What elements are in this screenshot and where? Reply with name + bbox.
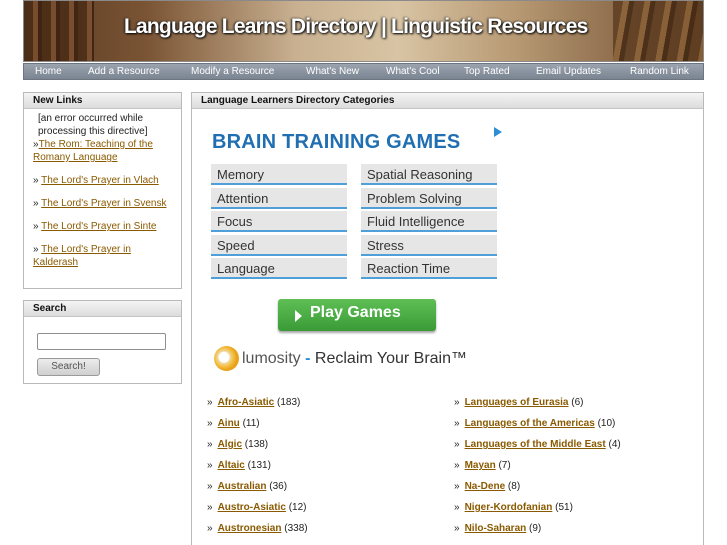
new-link-sinte[interactable]: The Lord's Prayer in Sinte (41, 221, 156, 232)
category-link[interactable]: Mayan (465, 460, 496, 471)
lumosity-logo-icon (214, 346, 239, 371)
new-links-list: »The Rom: Teaching of the Romany Languag… (24, 138, 181, 269)
category-link[interactable]: Languages of the Americas (465, 418, 595, 429)
ssi-error-text: [an error occurred while processing this… (38, 113, 148, 137)
nav-random-link[interactable]: Random Link (630, 66, 689, 77)
new-links-heading: New Links (24, 93, 181, 109)
category-link[interactable]: Austro-Asiatic (218, 502, 286, 513)
header-banner: Language Learns Directory | Linguistic R… (23, 0, 704, 62)
search-button[interactable]: Search! (37, 358, 100, 376)
category-item: » Altaic (131) (207, 460, 271, 471)
search-input[interactable] (37, 333, 166, 350)
category-item: » Australian (36) (207, 481, 288, 492)
main-nav: Home Add a Resource Modify a Resource Wh… (23, 63, 704, 80)
category-count: (36) (269, 481, 288, 492)
nav-whats-cool[interactable]: What's Cool (386, 66, 440, 77)
category-count: (338) (284, 523, 308, 534)
category-count: (183) (277, 397, 301, 408)
list-item: » The Lord's Prayer in Kalderash (33, 244, 131, 268)
new-links-panel: New Links [an error occurred while proce… (23, 92, 182, 289)
list-item: »The Rom: Teaching of the Romany Languag… (33, 139, 153, 163)
brand-name: lumosity (242, 350, 301, 367)
categories-panel: Language Learners Directory Categories B… (191, 92, 704, 545)
category-link[interactable]: Languages of Eurasia (465, 397, 569, 408)
search-heading: Search (24, 301, 181, 317)
brand-dash: - (305, 350, 311, 367)
nav-whats-new[interactable]: What's New (306, 66, 359, 77)
category-link[interactable]: Algic (218, 439, 242, 450)
category-item: » Na-Dene (8) (454, 481, 521, 492)
list-item: » The Lord's Prayer in Vlach (33, 175, 159, 186)
search-panel: Search Search! (23, 300, 182, 384)
new-link-svensk[interactable]: The Lord's Prayer in Svensk (41, 198, 166, 209)
category-item: » Niger-Kordofanian (51) (454, 502, 573, 513)
ad-title[interactable]: BRAIN TRAINING GAMES (212, 131, 460, 154)
category-link[interactable]: Niger-Kordofanian (465, 502, 553, 513)
category-link[interactable]: Australian (218, 481, 267, 492)
ad-item-stress[interactable]: Stress (361, 235, 497, 256)
category-count: (51) (555, 502, 573, 513)
category-link[interactable]: Ainu (218, 418, 240, 429)
lumosity-tagline[interactable]: lumosity - Reclaim Your Brain™ (242, 350, 467, 368)
category-link[interactable]: Na-Dene (465, 481, 506, 492)
category-count: (12) (288, 502, 307, 513)
category-count: (9) (529, 523, 542, 534)
category-link[interactable]: Austronesian (218, 523, 282, 534)
category-count: (6) (571, 397, 584, 408)
new-link-kalderash[interactable]: The Lord's Prayer in Kalderash (33, 244, 131, 268)
nav-email-updates[interactable]: Email Updates (536, 66, 601, 77)
category-count: (7) (498, 460, 511, 471)
ad-item-reaction-time[interactable]: Reaction Time (361, 258, 497, 279)
category-item: » Austro-Asiatic (12) (207, 502, 307, 513)
new-link-romany[interactable]: The Rom: Teaching of the Romany Language (33, 139, 153, 163)
category-item: » Mayan (7) (454, 460, 511, 471)
new-link-vlach[interactable]: The Lord's Prayer in Vlach (41, 175, 159, 186)
category-item: » Afro-Asiatic (183) (207, 397, 301, 408)
ad-item-speed[interactable]: Speed (211, 235, 347, 256)
nav-add-resource[interactable]: Add a Resource (88, 66, 160, 77)
ad-item-attention[interactable]: Attention (211, 188, 347, 209)
ad-item-problem-solving[interactable]: Problem Solving (361, 188, 497, 209)
nav-top-rated[interactable]: Top Rated (464, 66, 510, 77)
category-link[interactable]: Afro-Asiatic (218, 397, 275, 408)
brand-tagline: Reclaim Your Brain™ (314, 350, 467, 367)
category-count: (10) (597, 418, 616, 429)
list-item: » The Lord's Prayer in Sinte (33, 221, 157, 232)
nav-home[interactable]: Home (35, 66, 62, 77)
category-count: (11) (242, 418, 260, 429)
category-item: » Languages of the Middle East (4) (454, 439, 621, 450)
category-link[interactable]: Languages of the Middle East (465, 439, 606, 450)
category-item: » Languages of the Americas (10) (454, 418, 616, 429)
category-item: » Nilo-Saharan (9) (454, 523, 542, 534)
category-link[interactable]: Nilo-Saharan (465, 523, 527, 534)
ad-item-spatial-reasoning[interactable]: Spatial Reasoning (361, 164, 497, 185)
site-title: Language Learns Directory | Linguistic R… (124, 15, 588, 38)
category-item: » Algic (138) (207, 439, 269, 450)
category-count: (131) (247, 460, 271, 471)
adchoices-icon[interactable] (494, 127, 502, 137)
category-item: » Austronesian (338) (207, 523, 308, 534)
categories-heading: Language Learners Directory Categories (192, 93, 703, 109)
nav-modify-resource[interactable]: Modify a Resource (191, 66, 274, 77)
category-item: » Ainu (11) (207, 418, 260, 429)
ad-item-focus[interactable]: Focus (211, 211, 347, 232)
category-count: (8) (507, 481, 521, 492)
category-item: » Languages of Eurasia (6) (454, 397, 584, 408)
play-icon (295, 310, 302, 322)
ad-item-language[interactable]: Language (211, 258, 347, 279)
category-count: (4) (608, 439, 621, 450)
ad-item-memory[interactable]: Memory (211, 164, 347, 185)
category-link[interactable]: Altaic (218, 460, 245, 471)
ad-item-fluid-intelligence[interactable]: Fluid Intelligence (361, 211, 497, 232)
category-count: (138) (244, 439, 269, 450)
list-item: » The Lord's Prayer in Svensk (33, 198, 167, 209)
